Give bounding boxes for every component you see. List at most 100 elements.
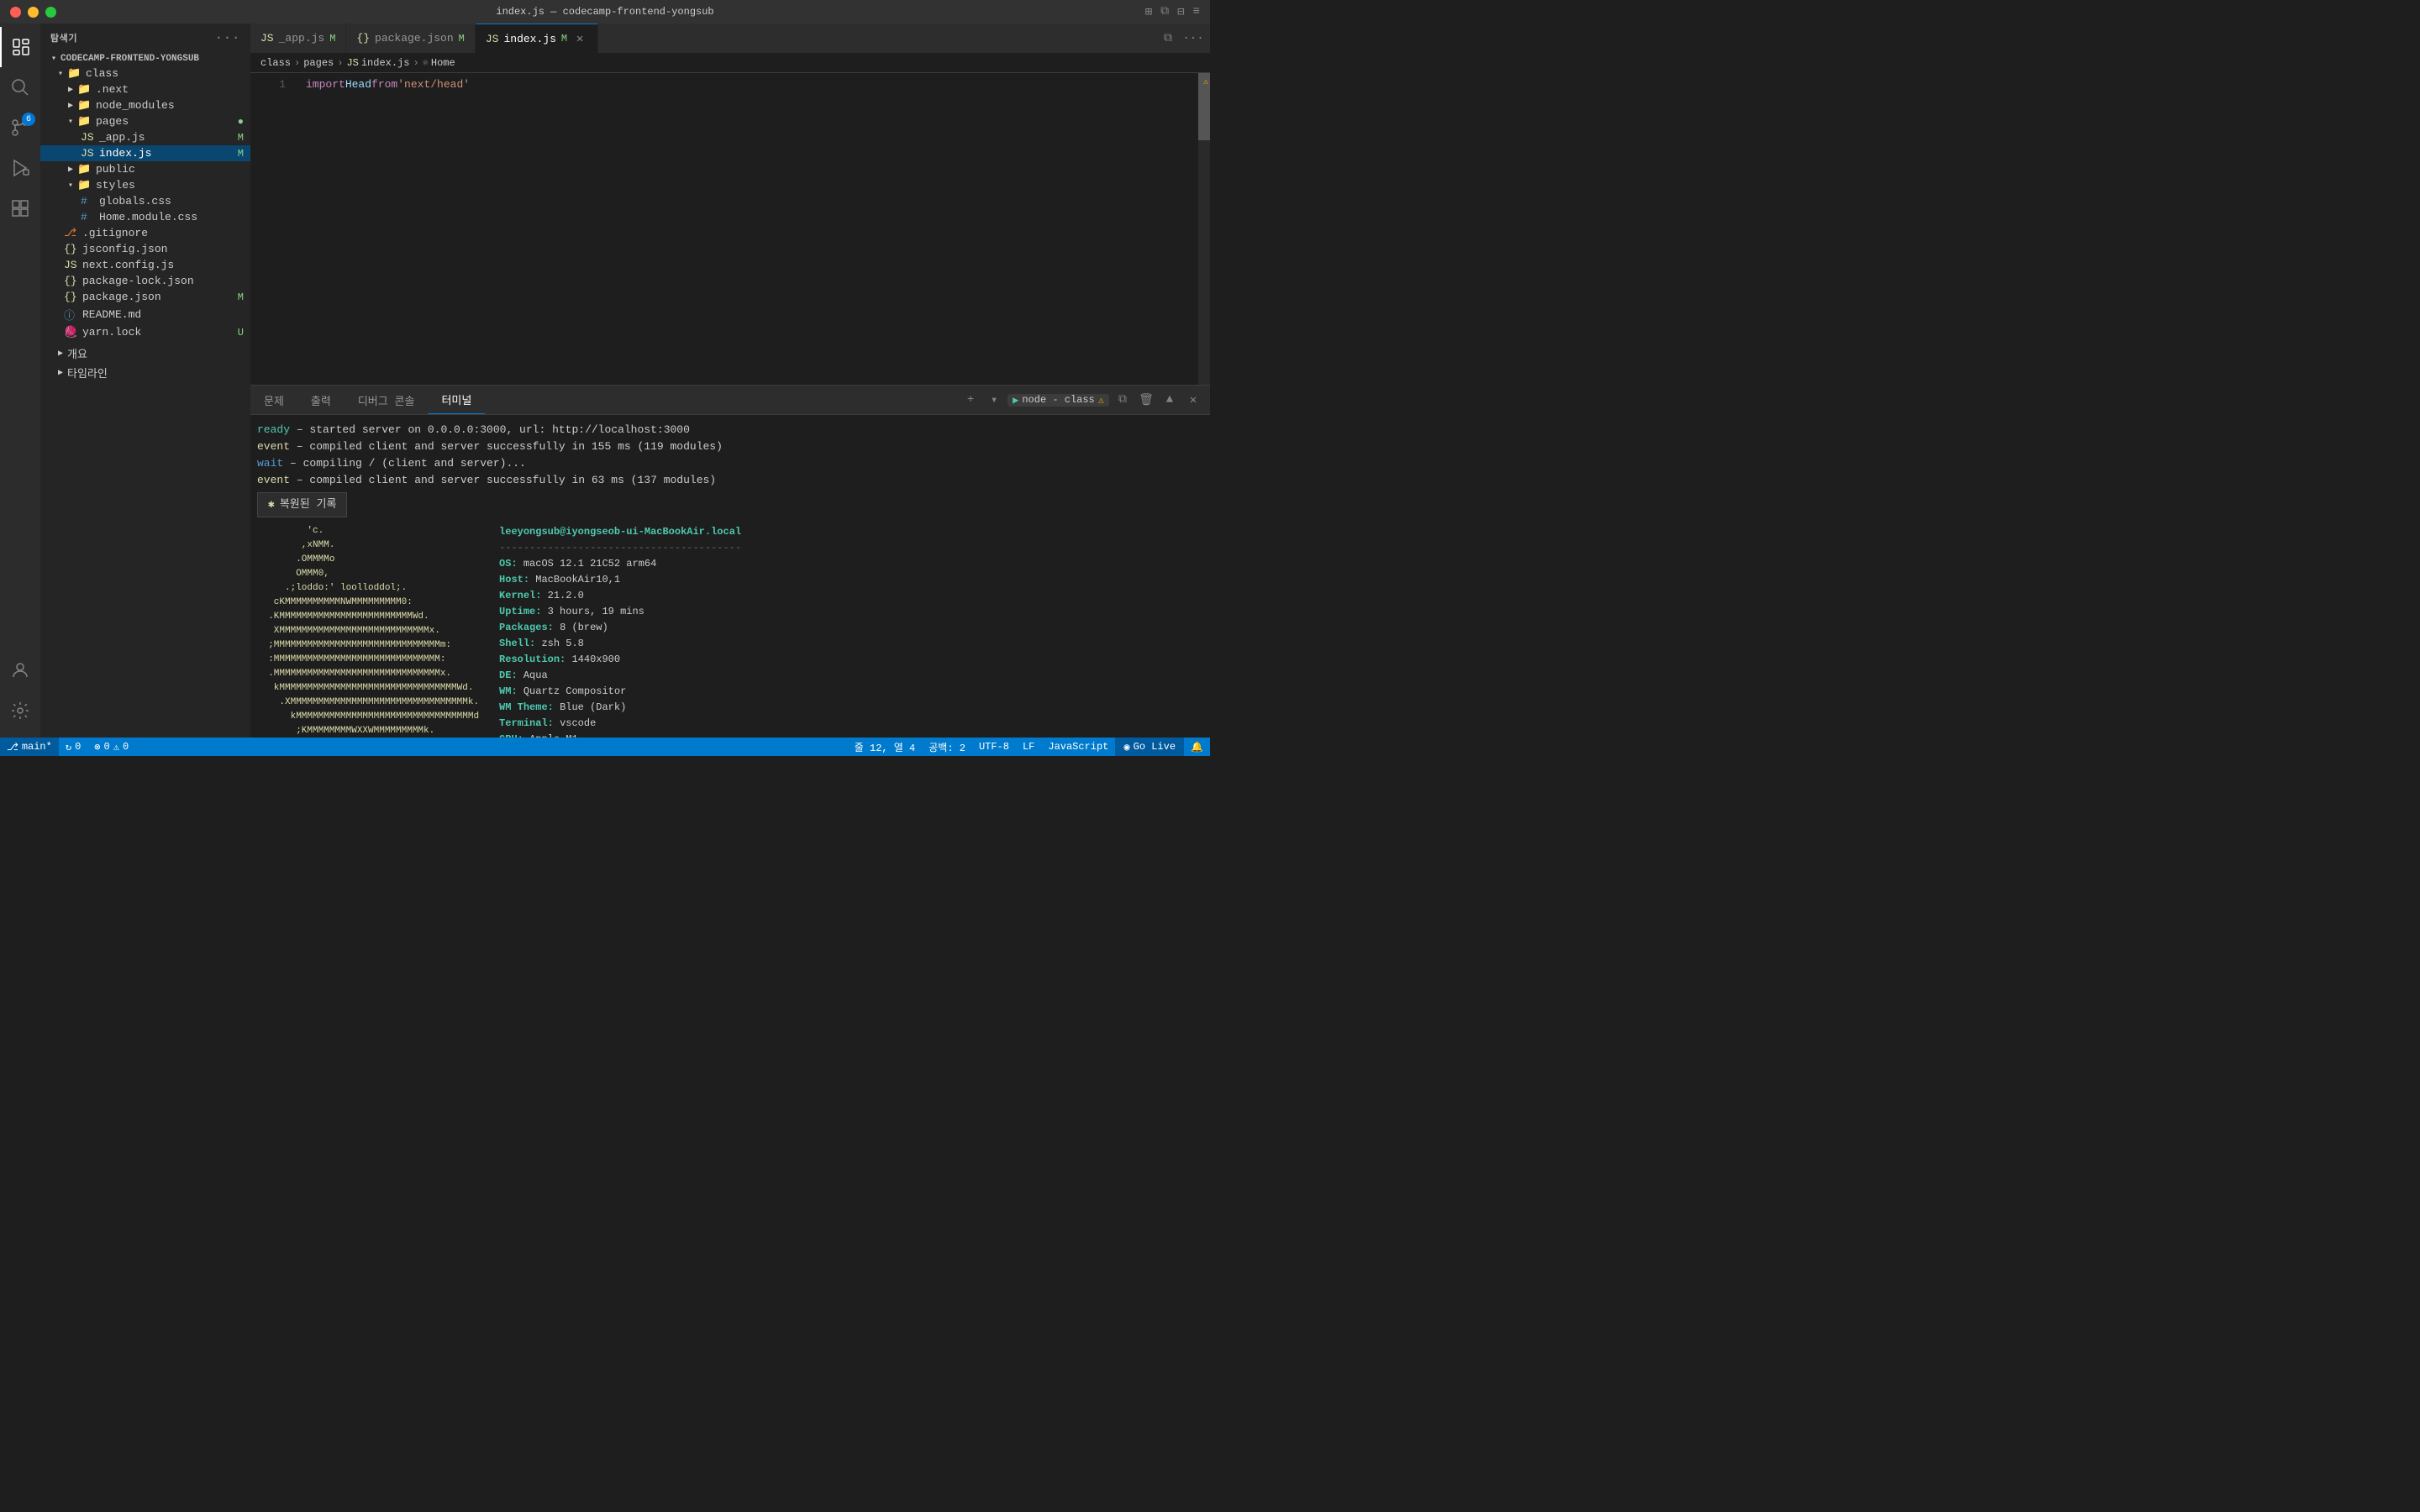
breadcrumb-pages[interactable]: pages [303,57,334,69]
breadcrumb-indexjs[interactable]: index.js [361,57,410,69]
tree-file-package[interactable]: {} package.json M [40,289,250,305]
panel-tab-output-label: 출력 [311,392,331,408]
tree-file-globals[interactable]: # globals.css [40,193,250,209]
tree-file-readme[interactable]: ⓘ README.md [40,305,250,324]
folder-class-label: class [86,67,250,80]
activity-source-control[interactable]: 6 [0,108,40,148]
tree-file-nextconfig[interactable]: JS next.config.js [40,257,250,273]
tab-package[interactable]: {} package.json M [346,24,475,53]
tree-folder-overview[interactable]: ▶ 개요 [40,344,250,363]
file-gitignore-label: .gitignore [82,227,250,239]
status-encoding[interactable]: UTF-8 [972,738,1016,756]
tree-folder-public[interactable]: ▶ 📁 public [40,161,250,177]
customize-layout-icon[interactable]: ≡ [1193,5,1200,18]
breadcrumb-home[interactable]: Home [431,57,455,69]
tree-folder-pages[interactable]: ▾ 📁 pages ● [40,113,250,129]
status-line-ending[interactable]: LF [1016,738,1041,756]
new-terminal-button[interactable]: + [960,390,981,410]
tree-file-index[interactable]: JS index.js M [40,145,250,161]
activity-explorer[interactable] [0,27,40,67]
panel-tab-terminal[interactable]: 터미널 [428,386,485,414]
panel-tab-output[interactable]: 출력 [297,386,345,414]
tab-index[interactable]: JS index.js M ✕ [476,24,598,53]
activity-settings[interactable] [0,690,40,731]
sync-count: 0 [75,741,81,753]
maximize-window-button[interactable] [45,7,56,18]
editor-split-icon[interactable]: ⧉ [1158,29,1178,49]
neofetch-cpu: CPU: Apple M1 [499,732,741,738]
panel-tab-debug[interactable]: 디버그 콘솔 [345,386,429,414]
tree-file-app[interactable]: JS _app.js M [40,129,250,145]
tree-file-yarn[interactable]: 🧶 yarn.lock U [40,324,250,340]
maximize-panel-button[interactable]: ▲ [1160,390,1180,410]
neofetch-info: leeyongsub@iyongseob-ui-MacBookAir.local… [499,524,741,738]
status-sync[interactable]: ↻ 0 [59,738,87,756]
split-editor-icon[interactable]: ⧉ [1160,5,1169,18]
neofetch-wm: WM: Quartz Compositor [499,684,741,700]
terminal-dropdown-button[interactable]: ▾ [984,390,1004,410]
tree-folder-timeline[interactable]: ▶ 타임라인 [40,363,250,382]
file-nextconfig-label: next.config.js [82,259,250,271]
spaces-text: 공백: 2 [929,740,965,754]
activity-run-debug[interactable] [0,148,40,188]
scrollbar-track[interactable]: ⚠ [1198,73,1210,385]
layout-icon[interactable]: ⊞ [1145,5,1152,19]
breadcrumb-home-icon: ⚛ [423,56,429,69]
terminal-content[interactable]: ready – started server on 0.0.0.0:3000, … [250,415,1210,738]
tree-folder-next[interactable]: ▶ 📁 .next [40,81,250,97]
window-title: index.js — codecamp-frontend-yongsub [496,6,713,18]
code-area[interactable]: import Head from 'next/head' [292,73,1198,385]
tree-file-gitignore[interactable]: ⎇ .gitignore [40,225,250,241]
terminal-line-event2: event – compiled client and server succe… [257,472,1203,489]
panel-tab-problems[interactable]: 문제 [250,386,297,414]
neofetch-wmtheme: WM Theme: Blue (Dark) [499,700,741,716]
tab-package-icon: {} [356,32,370,45]
status-spaces[interactable]: 공백: 2 [922,738,972,756]
keyword-from: from [371,76,397,93]
tab-empty-space [598,24,1151,53]
neofetch-os: OS: macOS 12.1 21C52 arm64 [499,556,741,572]
warning-icon-status: ⚠ [113,741,119,753]
status-language[interactable]: JavaScript [1041,738,1115,756]
layout-2-icon[interactable]: ⊟ [1177,5,1184,19]
tree-folder-class[interactable]: ▾ 📁 class [40,66,250,81]
tree-folder-node-modules[interactable]: ▶ 📁 node_modules [40,97,250,113]
folder-next-icon: 📁 [77,83,92,96]
status-position[interactable]: 줄 12, 열 4 [848,738,923,756]
status-bell[interactable]: 🔔 [1184,738,1210,756]
status-go-live[interactable]: ◉ Go Live [1115,738,1184,756]
sidebar-more-actions[interactable]: ··· [215,30,240,45]
activity-account[interactable] [0,650,40,690]
close-window-button[interactable] [10,7,21,18]
breadcrumb-class[interactable]: class [260,57,291,69]
encoding-text: UTF-8 [979,741,1009,753]
terminal-name-badge[interactable]: ▶ node - class ⚠ [1007,394,1109,407]
string-next-head: 'next/head' [397,76,470,93]
timeline-arrow: ▶ [54,368,67,378]
tab-app[interactable]: JS _app.js M [250,24,346,53]
go-live-label: Go Live [1134,741,1176,753]
activity-extensions[interactable] [0,188,40,228]
editor-top-right-actions: ⧉ ··· [1151,24,1210,53]
split-terminal-button[interactable]: ⧉ [1113,390,1133,410]
minimize-window-button[interactable] [28,7,39,18]
kill-terminal-button[interactable]: 🗑 [1136,390,1156,410]
tab-close-button[interactable]: ✕ [572,31,587,46]
tree-root[interactable]: ▾ CODECAMP-FRONTEND-YONGSUB [40,52,250,66]
tree-file-homemodule[interactable]: # Home.module.css [40,209,250,225]
editor-area: JS _app.js M {} package.json M JS index.… [250,24,1210,738]
pages-badge: ● [238,116,250,128]
status-errors[interactable]: ⊗ 0 ⚠ 0 [87,738,135,756]
tree-file-package-lock[interactable]: {} package-lock.json [40,273,250,289]
sidebar-header: 탐색기 ··· [40,24,250,52]
terminal-block-1: ready – started server on 0.0.0.0:3000, … [257,422,1203,489]
tree-folder-styles[interactable]: ▾ 📁 styles [40,177,250,193]
file-app-label: _app.js [99,131,238,144]
status-branch[interactable]: ⎇ main* [0,738,59,756]
file-yarn-label: yarn.lock [82,326,238,339]
activity-search[interactable] [0,67,40,108]
folder-nodemod-icon: 📁 [77,99,92,112]
tree-file-jsconfig[interactable]: {} jsconfig.json [40,241,250,257]
close-panel-button[interactable]: ✕ [1183,390,1203,410]
editor-more-icon[interactable]: ··· [1183,29,1203,49]
